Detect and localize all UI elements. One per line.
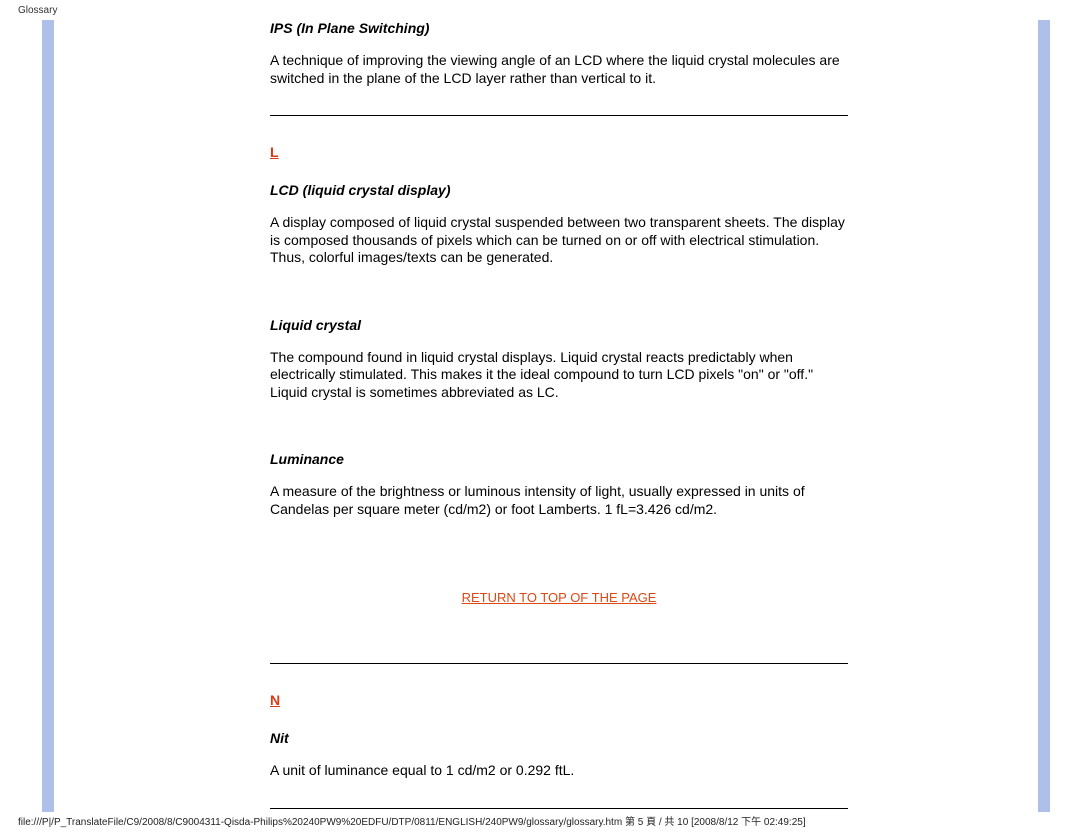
section-letter-L[interactable]: L <box>270 144 848 160</box>
term-title: Luminance <box>270 451 848 467</box>
term-title: IPS (In Plane Switching) <box>270 20 848 36</box>
page-frame: IPS (In Plane Switching) A technique of … <box>42 20 1050 812</box>
term-liquid-crystal: Liquid crystal The compound found in liq… <box>270 317 848 402</box>
return-to-top-link[interactable]: RETURN TO TOP OF THE PAGE <box>270 590 848 605</box>
term-body: The compound found in liquid crystal dis… <box>270 349 848 402</box>
divider <box>270 663 848 664</box>
term-title: LCD (liquid crystal display) <box>270 182 848 198</box>
term-body: A unit of luminance equal to 1 cd/m2 or … <box>270 762 848 780</box>
section-letter-N[interactable]: N <box>270 692 848 708</box>
left-sidebar-stripe <box>42 20 54 812</box>
page-header-label: Glossary <box>18 5 57 16</box>
term-lcd: LCD (liquid crystal display) A display c… <box>270 182 848 267</box>
term-title: Liquid crystal <box>270 317 848 333</box>
term-body: A display composed of liquid crystal sus… <box>270 214 848 267</box>
term-luminance: Luminance A measure of the brightness or… <box>270 451 848 518</box>
term-body: A technique of improving the viewing ang… <box>270 52 848 87</box>
term-nit: Nit A unit of luminance equal to 1 cd/m2… <box>270 730 848 780</box>
term-body: A measure of the brightness or luminous … <box>270 483 848 518</box>
divider <box>270 808 848 809</box>
right-sidebar-stripe <box>1038 20 1050 812</box>
divider <box>270 115 848 116</box>
term-title: Nit <box>270 730 848 746</box>
glossary-content: IPS (In Plane Switching) A technique of … <box>270 20 848 837</box>
term-ips: IPS (In Plane Switching) A technique of … <box>270 20 848 87</box>
footer-path: file:///P|/P_TranslateFile/C9/2008/8/C90… <box>18 813 806 828</box>
